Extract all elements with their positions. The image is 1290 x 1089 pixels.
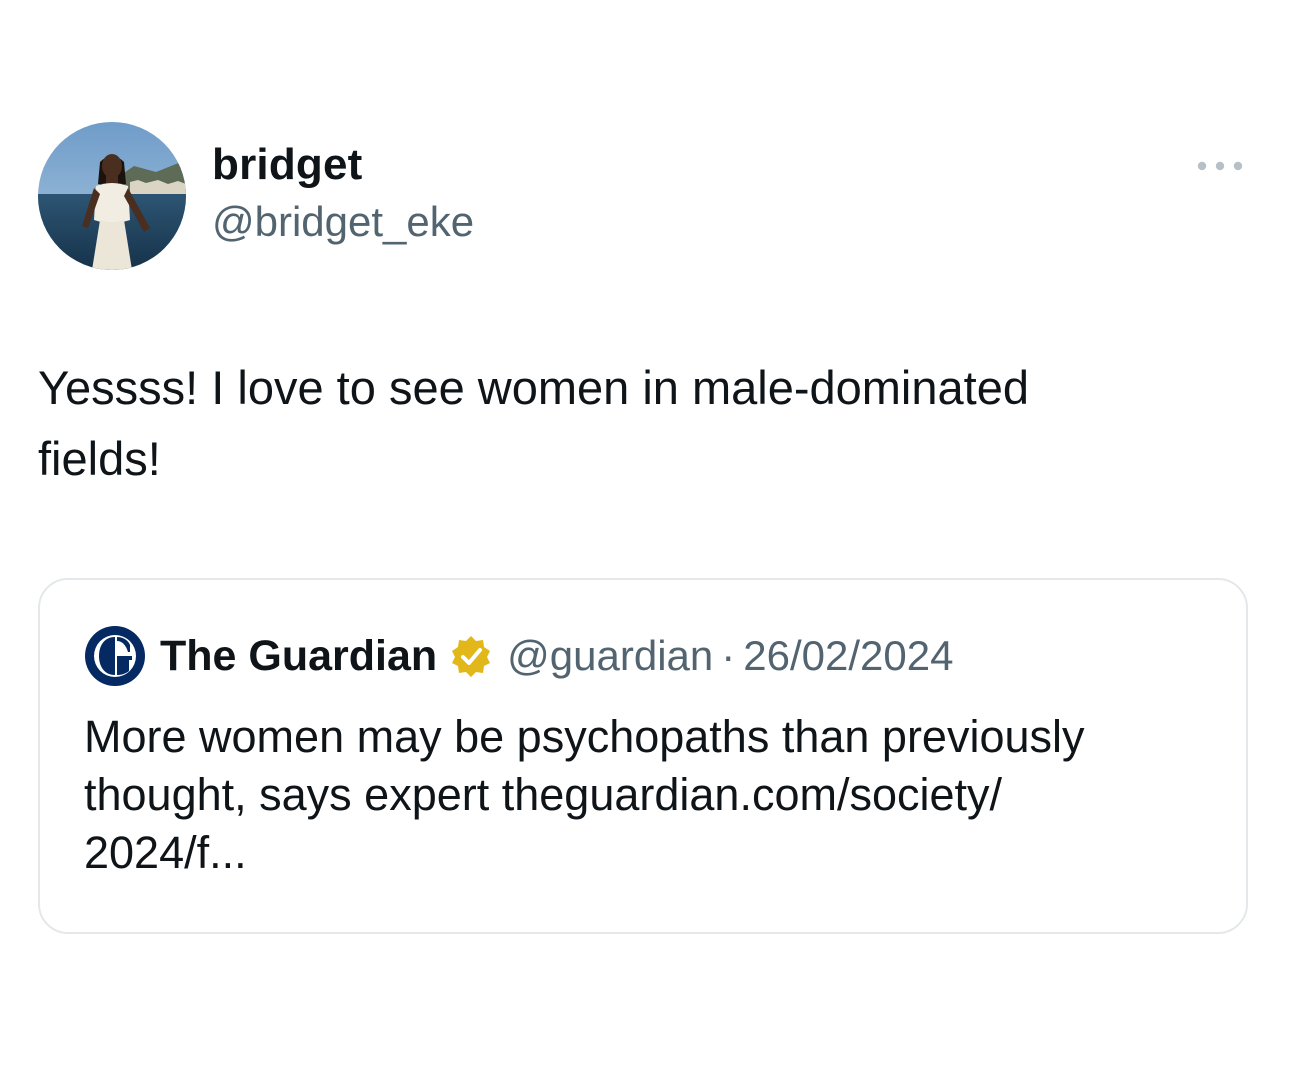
guardian-logo-icon[interactable]	[84, 625, 146, 687]
more-options-button[interactable]	[1190, 148, 1250, 184]
quoted-text-line: thought, says expert theguardian.com/soc…	[84, 769, 1003, 820]
verified-badge-icon	[452, 636, 491, 677]
quoted-source-handle[interactable]: @guardian	[507, 632, 713, 680]
quoted-source-name[interactable]: The Guardian	[160, 632, 437, 681]
quoted-tweet-card[interactable]: The Guardian @guardian · 26/02/2024 More…	[38, 578, 1248, 934]
quoted-tweet-text: More women may be psychopaths than previ…	[84, 708, 1224, 882]
avatar-photo	[38, 122, 186, 270]
header-separator: ·	[721, 632, 736, 679]
author-handle[interactable]: @bridget_eke	[212, 198, 474, 246]
quoted-tweet-date[interactable]: 26/02/2024	[743, 632, 953, 680]
tweet-text-line: Yessss! I love to see women in male-domi…	[38, 361, 1029, 414]
tweet-text-line: fields!	[38, 432, 161, 485]
quoted-text-line: 2024/f...	[84, 827, 247, 878]
quoted-tweet-header: The Guardian @guardian · 26/02/2024	[84, 626, 953, 686]
author-avatar[interactable]	[38, 122, 186, 270]
tweet: bridget @bridget_eke Yessss! I love to s…	[0, 0, 1290, 1089]
tweet-text: Yessss! I love to see women in male-domi…	[38, 352, 1258, 494]
more-horizontal-icon	[1197, 161, 1243, 171]
quoted-text-line: More women may be psychopaths than previ…	[84, 711, 1085, 762]
author-display-name[interactable]: bridget	[212, 140, 363, 190]
